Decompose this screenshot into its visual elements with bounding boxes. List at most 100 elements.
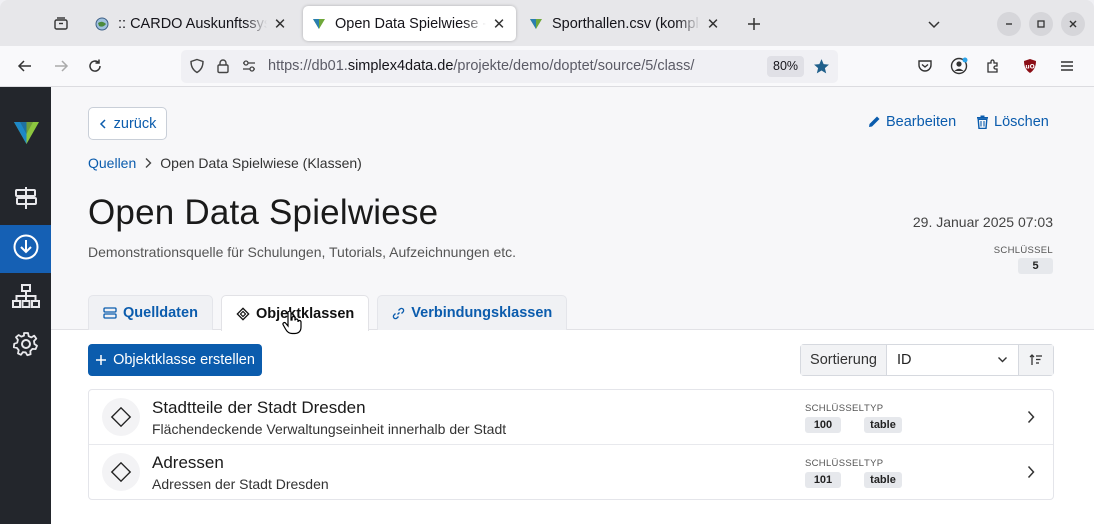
plus-icon — [96, 355, 107, 365]
sort-control: Sortierung ID — [800, 344, 1054, 376]
key-value-badge: 101 — [805, 472, 841, 488]
browser-tab-bar: :: CARDO Auskunftssystem :: ✕ Open Data … — [0, 0, 1094, 46]
close-window-icon[interactable] — [1061, 12, 1085, 36]
forward-arrow-icon[interactable] — [46, 51, 76, 81]
delete-label: Löschen — [994, 114, 1049, 130]
url-domain: simplex4data.de — [347, 58, 454, 74]
sidebar-item-download[interactable] — [0, 225, 51, 273]
browser-tab-open-data[interactable]: Open Data Spielwiese - Objektklassen ✕ — [303, 6, 516, 41]
chevron-right-icon — [145, 158, 152, 168]
database-rows-icon — [103, 307, 117, 319]
tab-label: Quelldaten — [123, 305, 198, 321]
sort-value: ID — [897, 352, 912, 368]
list-item[interactable]: Stadtteile der Stadt Dresden Flächendeck… — [89, 390, 1053, 445]
close-tab-icon[interactable]: ✕ — [490, 15, 508, 33]
breadcrumb-sources-link[interactable]: Quellen — [88, 155, 136, 171]
delete-button[interactable]: Löschen — [976, 114, 1049, 130]
reload-icon[interactable] — [80, 51, 110, 81]
bookmark-star-icon[interactable] — [813, 58, 830, 80]
gear-icon — [12, 331, 39, 362]
maximize-icon[interactable] — [1029, 12, 1053, 36]
sort-ascending-icon — [1029, 354, 1042, 365]
globe-favicon-icon — [94, 16, 110, 32]
lock-icon[interactable] — [215, 58, 231, 79]
hierarchy-icon — [11, 283, 40, 314]
url-text: https://db01.simplex4data.de/projekte/de… — [268, 58, 694, 74]
app-logo-icon[interactable] — [14, 120, 39, 149]
item-subtitle: Adressen der Stadt Dresden — [152, 476, 329, 492]
svg-text:uO: uO — [1025, 64, 1034, 71]
breadcrumb-current: Open Data Spielwiese (Klassen) — [160, 155, 362, 171]
tab-list-icon[interactable] — [46, 9, 76, 39]
list-item[interactable]: Adressen Adressen der Stadt Dresden SCHL… — [89, 445, 1053, 499]
url-prefix: https://db01. — [268, 58, 348, 74]
shield-icon[interactable] — [189, 58, 205, 79]
pencil-icon — [869, 116, 880, 127]
sidebar-item-hierarchy[interactable] — [0, 274, 51, 322]
extensions-icon[interactable] — [978, 51, 1008, 81]
sidebar-item-signpost[interactable] — [0, 176, 51, 224]
edit-label: Bearbeiten — [886, 114, 957, 130]
key-label: SCHLÜSSEL — [993, 245, 1053, 256]
browser-tab-cardo[interactable]: :: CARDO Auskunftssystem :: ✕ — [86, 6, 297, 41]
browser-nav-bar: https://db01.simplex4data.de/projekte/de… — [0, 46, 1094, 87]
key-value-badge: 5 — [1018, 258, 1053, 274]
type-badge: table — [864, 472, 902, 488]
minimize-icon[interactable] — [997, 12, 1021, 36]
edit-button[interactable]: Bearbeiten — [867, 114, 956, 130]
modified-date: 29. Januar 2025 07:03 — [912, 214, 1053, 230]
sort-select[interactable]: ID — [887, 345, 1019, 375]
breadcrumb: Quellen Open Data Spielwiese (Klassen) — [88, 155, 362, 171]
diamond-icon — [102, 398, 140, 436]
tab-label: Objektklassen — [255, 305, 355, 322]
back-button[interactable]: zurück — [88, 107, 167, 140]
tab-title: Sporthallen.csv (komplett) — [552, 15, 700, 32]
chevron-down-icon — [998, 357, 1007, 363]
menu-icon[interactable] — [1052, 51, 1082, 81]
link-icon — [393, 307, 405, 319]
main-content: zurück Bearbeiten Löschen Quellen Open D… — [51, 87, 1094, 524]
tab-label: Verbindungsklassen — [411, 305, 553, 321]
item-title: Adressen — [152, 453, 224, 472]
url-bar[interactable]: https://db01.simplex4data.de/projekte/de… — [181, 50, 838, 83]
sort-label: Sortierung — [801, 345, 887, 375]
type-label: TYP — [864, 403, 884, 414]
diamond-icon — [102, 453, 140, 491]
chevron-right-icon[interactable] — [1023, 464, 1039, 480]
tab-title: :: CARDO Auskunftssystem :: — [118, 15, 267, 32]
tab-verbindungsklassen[interactable]: Verbindungsklassen — [377, 295, 568, 330]
brand-favicon-icon — [528, 16, 544, 32]
type-badge: table — [864, 417, 902, 433]
chevron-down-icon[interactable] — [919, 9, 949, 39]
zoom-badge[interactable]: 80% — [767, 56, 805, 77]
tab-quelldaten[interactable]: Quelldaten — [88, 295, 213, 330]
ublock-icon[interactable]: uO — [1015, 51, 1045, 81]
close-tab-icon[interactable]: ✕ — [704, 15, 722, 33]
close-tab-icon[interactable]: ✕ — [271, 15, 289, 33]
key-value-badge: 100 — [805, 417, 841, 433]
page-description: Demonstrationsquelle für Schulungen, Tut… — [88, 244, 517, 260]
account-icon[interactable] — [944, 51, 974, 81]
hand-cursor-icon — [282, 310, 302, 335]
key-label: SCHLÜSSEL — [805, 458, 865, 469]
chevron-left-icon — [99, 118, 106, 129]
back-arrow-icon[interactable] — [10, 51, 40, 81]
brand-favicon-icon — [311, 16, 327, 32]
tab-strip: Quelldaten Objektklassen Verbindungsklas… — [88, 295, 568, 331]
page-title: Open Data Spielwiese — [88, 193, 439, 232]
create-object-class-button[interactable]: Objektklasse erstellen — [88, 344, 262, 376]
key-label: SCHLÜSSEL — [805, 403, 865, 414]
tab-title: Open Data Spielwiese - Objektklassen — [335, 15, 486, 32]
pocket-icon[interactable] — [910, 51, 940, 81]
url-path: /projekte/demo/doptet/source/5/class/ — [453, 58, 695, 74]
permissions-icon[interactable] — [241, 58, 257, 79]
sort-direction-button[interactable] — [1019, 345, 1053, 375]
new-tab-icon[interactable] — [739, 9, 769, 39]
browser-tab-sporthallen[interactable]: Sporthallen.csv (komplett) ✕ — [520, 6, 730, 41]
item-subtitle: Flächendeckende Verwaltungseinheit inner… — [152, 421, 507, 437]
sidebar-item-settings[interactable] — [0, 322, 51, 370]
type-label: TYP — [864, 458, 884, 469]
signpost-icon — [13, 185, 39, 216]
chevron-right-icon[interactable] — [1023, 409, 1039, 425]
app-sidebar — [0, 87, 51, 524]
